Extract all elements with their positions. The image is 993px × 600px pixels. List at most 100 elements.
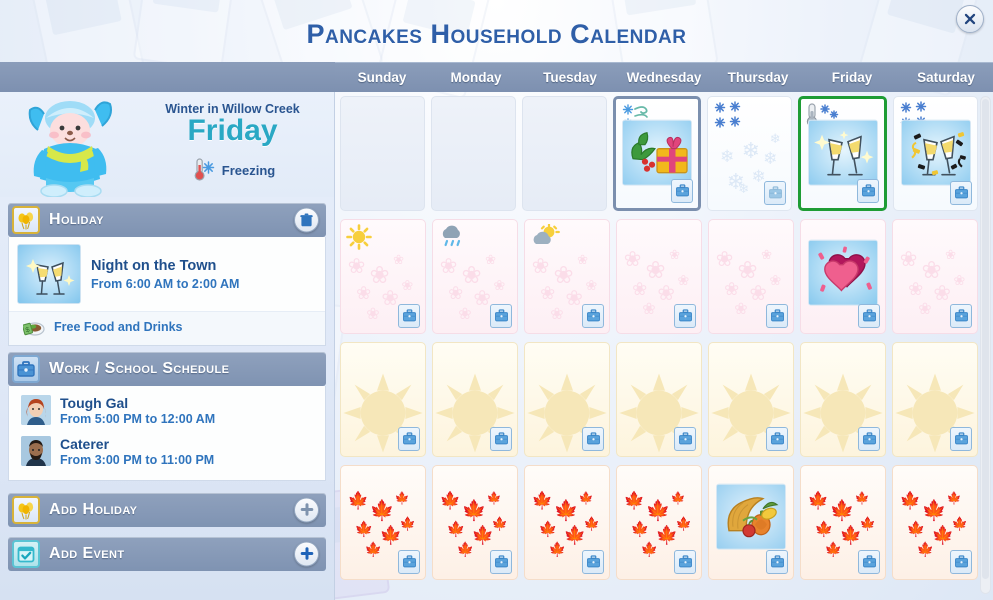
work-badge-icon xyxy=(764,181,787,205)
calendar-grid: ❄ ❄ ❄ ❄ ❄ ❄ ❄ ❀ ❀ ❀ ❀ ❀ ❀ ❀ ❀ ❀ ❀ ❀ ❀ ❀ … xyxy=(335,92,993,600)
calendar-day-cell[interactable]: ❀ ❀ ❀ ❀ ❀ ❀ ❀ xyxy=(616,219,702,334)
holiday-section-title: Holiday xyxy=(49,211,104,228)
close-icon xyxy=(964,13,976,25)
partly-cloudy-icon xyxy=(533,224,560,244)
calendar-day-cell[interactable]: ❀ ❀ ❀ ❀ ❀ ❀ ❀ xyxy=(892,219,978,334)
sidebar: Winter in Willow Creek Friday Freezing H… xyxy=(0,92,335,600)
work-badge-icon xyxy=(857,179,880,203)
calendar-day-cell[interactable] xyxy=(521,96,607,211)
holiday-event-row[interactable]: Night on the Town From 6:00 AM to 2:00 A… xyxy=(9,237,325,311)
add-holiday-button[interactable]: Add Holiday xyxy=(8,492,326,527)
calendar-week-row: 🍁 🍁 🍁 🍁 🍁 🍁 🍁 🍁 🍁 🍁 🍁 🍁 🍁 🍁 🍁 🍁 🍁 🍁 🍁 🍁 … xyxy=(335,461,993,584)
weather-icons xyxy=(530,224,560,250)
calendar-day-cell[interactable] xyxy=(892,342,978,457)
weather-row: Freezing xyxy=(135,157,330,183)
calendar-day-cell[interactable]: 🍁 🍁 🍁 🍁 🍁 🍁 🍁 xyxy=(616,465,702,580)
add-event-button[interactable]: Add Event xyxy=(8,536,326,571)
snowflake-icon xyxy=(900,102,912,113)
weather-text: Freezing xyxy=(221,162,276,178)
balloons-icon xyxy=(12,495,40,524)
calendar-day-cell-wednesday[interactable] xyxy=(612,96,702,211)
calendar-day-cell[interactable]: 🍁 🍁 🍁 🍁 🍁 🍁 🍁 xyxy=(432,465,518,580)
delete-holiday-button[interactable] xyxy=(294,207,319,233)
calendar-day-cell[interactable] xyxy=(340,96,425,211)
calendar-day-cell[interactable]: 🍁 🍁 🍁 🍁 🍁 🍁 🍁 xyxy=(800,465,886,580)
work-section-header: Work / School Schedule xyxy=(8,352,326,386)
female-sim-avatar xyxy=(21,395,51,426)
holiday-section-header: Holiday xyxy=(8,203,326,237)
champagne-toast-icon xyxy=(17,244,81,304)
champagne-confetti-icon xyxy=(900,119,971,186)
calendar-day-cell-thursday[interactable]: ❄ ❄ ❄ ❄ ❄ ❄ ❄ xyxy=(707,96,793,211)
calendar-day-cell[interactable] xyxy=(800,342,886,457)
calendar-day-cell[interactable]: 🍁 🍁 🍁 🍁 🍁 🍁 🍁 xyxy=(524,465,610,580)
close-button[interactable] xyxy=(956,5,984,33)
winter-sim-icon xyxy=(28,101,112,197)
current-day-name: Friday xyxy=(187,114,278,147)
calendar-day-cell[interactable] xyxy=(708,342,794,457)
work-badge-icon xyxy=(582,304,604,328)
holiday-gift-icon xyxy=(622,119,692,186)
plus-icon xyxy=(300,503,313,516)
work-sim-time: From 3:00 PM to 11:00 PM xyxy=(60,452,215,467)
calendar-day-cell-saturday[interactable] xyxy=(893,96,979,211)
work-sim-row[interactable]: Caterer From 3:00 PM to 11:00 PM xyxy=(9,431,325,472)
calendar-day-cell-friday[interactable] xyxy=(798,96,888,211)
holiday-section-body: Night on the Town From 6:00 AM to 2:00 A… xyxy=(8,237,326,346)
calendar-day-cell[interactable]: 🍁 🍁 🍁 🍁 🍁 🍁 🍁 xyxy=(892,465,978,580)
work-sim-name: Caterer xyxy=(60,435,110,452)
snowflake-icon xyxy=(730,116,741,127)
sunny-icon xyxy=(346,224,372,250)
trash-icon xyxy=(300,213,313,226)
work-sim-name: Tough Gal xyxy=(60,395,129,411)
work-badge-icon xyxy=(398,304,420,328)
work-badge-icon xyxy=(950,427,972,451)
work-badge-icon xyxy=(858,427,880,451)
add-event-plus-button[interactable] xyxy=(294,541,319,567)
weather-icons xyxy=(438,224,466,250)
calendar-week-row: ❀ ❀ ❀ ❀ ❀ ❀ ❀ ❀ ❀ ❀ ❀ ❀ ❀ ❀ ❀ ❀ ❀ ❀ ❀ ❀ … xyxy=(335,215,993,338)
calendar-scrollbar-track[interactable] xyxy=(980,96,991,594)
weekday-tuesday: Tuesday xyxy=(543,70,597,85)
calendar-day-cell[interactable]: ❀ ❀ ❀ ❀ ❀ ❀ ❀ xyxy=(432,219,518,334)
page-title: Pancakes Household Calendar xyxy=(306,19,687,49)
calendar-scrollbar-thumb[interactable] xyxy=(982,99,989,579)
calendar-day-cell[interactable]: ❀ ❀ ❀ ❀ ❀ ❀ ❀ xyxy=(524,219,610,334)
calendar-day-cell[interactable]: ❀ ❀ ❀ ❀ ❀ ❀ ❀ xyxy=(340,219,426,334)
holiday-event-name: Night on the Town xyxy=(91,258,217,275)
calendar-day-cell[interactable] xyxy=(432,342,518,457)
calendar-day-cell[interactable] xyxy=(340,342,426,457)
weekday-thursday: Thursday xyxy=(727,70,789,85)
love-day-hearts-icon xyxy=(808,239,878,306)
calendar-day-cell[interactable]: ❀ ❀ ❀ ❀ ❀ ❀ ❀ xyxy=(708,219,794,334)
briefcase-icon xyxy=(12,355,40,383)
add-event-label: Add Event xyxy=(49,544,125,562)
calendar-day-cell[interactable] xyxy=(524,342,610,457)
work-badge-icon xyxy=(490,427,512,451)
work-badge-icon xyxy=(766,427,788,451)
work-badge-icon xyxy=(950,304,972,328)
wind-icon xyxy=(633,106,648,115)
work-badge-icon xyxy=(582,427,604,451)
calendar-day-cell[interactable] xyxy=(616,342,702,457)
calendar-day-cell[interactable]: 🍁 🍁 🍁 🍁 🍁 🍁 🍁 xyxy=(340,465,426,580)
work-sim-row[interactable]: Tough Gal From 5:00 PM to 12:00 AM xyxy=(9,390,325,431)
sidebar-header-strip xyxy=(0,62,335,92)
calendar-check-icon xyxy=(12,539,40,568)
calendar-day-cell[interactable] xyxy=(430,96,516,211)
weekday-wednesday: Wednesday xyxy=(626,70,702,85)
weekday-sunday: Sunday xyxy=(357,70,407,85)
work-badge-icon xyxy=(858,550,880,574)
calendar-week-row xyxy=(335,338,993,461)
holiday-perk-label: Free Food and Drinks xyxy=(54,320,183,334)
weather-icons xyxy=(346,224,372,250)
snowflake-icon xyxy=(622,104,633,115)
champagne-toast-icon xyxy=(807,119,878,186)
add-holiday-label: Add Holiday xyxy=(49,500,138,518)
harvestfest-cornucopia-icon xyxy=(716,483,786,550)
calendar-day-cell[interactable] xyxy=(708,465,794,580)
window-titlebar: Pancakes Household Calendar xyxy=(0,0,993,62)
snowflake-icon xyxy=(820,104,831,114)
calendar-day-cell[interactable] xyxy=(800,219,886,334)
add-holiday-plus-button[interactable] xyxy=(294,497,319,523)
